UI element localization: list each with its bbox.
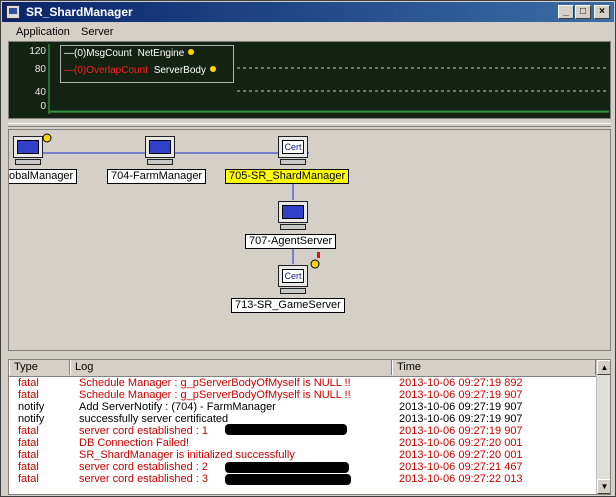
log-cell-time: 2013-10-06 09:27:19 892 <box>399 377 523 389</box>
minimize-button[interactable]: _ <box>558 5 574 19</box>
log-cell-time: 2013-10-06 09:27:19 907 <box>399 401 523 413</box>
log-cell-message: DB Connection Failed! <box>79 437 190 449</box>
log-cell-type: fatal <box>18 437 39 449</box>
hand-icon <box>310 252 320 269</box>
menu-server[interactable]: Server <box>81 26 113 38</box>
y-tick-label: 0 <box>40 101 46 112</box>
legend-series-name: (0)MsgCount <box>74 48 132 59</box>
log-cell-time: 2013-10-06 09:27:19 907 <box>399 413 523 425</box>
legend-series-source: ServerBody <box>153 65 206 76</box>
node-label[interactable]: 704-FarmManager <box>107 169 207 184</box>
log-cell-type: fatal <box>18 377 39 389</box>
log-scrollbar[interactable]: ▲ ▼ <box>596 360 610 494</box>
y-tick-label: 80 <box>35 64 47 75</box>
maximize-button[interactable]: □ <box>575 5 591 19</box>
y-tick-label: 120 <box>29 46 46 57</box>
close-button[interactable]: × <box>594 5 610 19</box>
panel-splitter[interactable] <box>8 123 611 127</box>
node-label[interactable]: 713-SR_GameServer <box>231 298 345 313</box>
log-cell-type: fatal <box>18 461 39 473</box>
app-window: SR_ShardManager _ □ × Application Server… <box>0 0 616 497</box>
computer-icon[interactable] <box>145 136 177 168</box>
y-tick-label: 40 <box>35 87 47 98</box>
legend-item-overlapcount: —(0)OverlapCount ServerBody <box>64 65 216 76</box>
computer-icon[interactable] <box>278 201 310 233</box>
log-cell-message: server cord established : 3 <box>79 473 209 485</box>
log-cell-time: 2013-10-06 09:27:19 907 <box>399 425 523 437</box>
legend-marker-icon <box>188 49 195 55</box>
column-header-type[interactable]: Type <box>9 360 70 375</box>
log-cell-message: SR_ShardManager is initialized successfu… <box>79 449 295 461</box>
scroll-down-button[interactable]: ▼ <box>597 479 610 494</box>
log-row[interactable]: fatal Schedule Manager : g_pServerBodyOfM… <box>9 389 596 401</box>
chart-legend: —(0)MsgCount NetEngine —(0)OverlapCount … <box>60 45 234 83</box>
log-row[interactable]: fatal SR_ShardManager is initialized succ… <box>9 449 596 461</box>
log-cell-message: successfully server certificated <box>79 413 229 425</box>
legend-item-msgcount: —(0)MsgCount NetEngine <box>64 48 195 59</box>
window-title: SR_ShardManager <box>26 5 133 19</box>
cert-computer-icon[interactable]: Cert <box>278 265 310 297</box>
log-cell-type: fatal <box>18 425 39 437</box>
server-topology-diagram: obalManager 704-FarmManager Cert 705-SR_… <box>8 129 611 351</box>
log-cell-message: Schedule Manager : g_pServerBodyOfMyself… <box>79 389 351 401</box>
menu-bar: Application Server <box>2 23 614 41</box>
log-cell-message: Schedule Manager : g_pServerBodyOfMyself… <box>79 377 351 389</box>
menu-application[interactable]: Application <box>16 26 70 38</box>
redaction-mark <box>225 474 351 485</box>
log-cell-type: fatal <box>18 449 39 461</box>
cert-computer-icon[interactable]: Cert <box>278 136 310 168</box>
log-cell-type: fatal <box>18 473 39 485</box>
legend-marker-icon <box>209 66 216 72</box>
log-row[interactable]: fatal Schedule Manager : g_pServerBodyOfM… <box>9 377 596 389</box>
redaction-mark <box>225 462 349 473</box>
log-cell-message: Add ServerNotify : (704) - FarmManager <box>79 401 276 413</box>
cert-screen-text: Cert <box>282 269 304 283</box>
log-cell-time: 2013-10-06 09:27:20 001 <box>399 449 523 461</box>
column-header-time[interactable]: Time <box>392 360 596 375</box>
log-cell-time: 2013-10-06 09:27:19 907 <box>399 389 523 401</box>
node-label[interactable]: 705-SR_ShardManager <box>225 169 350 184</box>
log-cell-time: 2013-10-06 09:27:20 001 <box>399 437 523 449</box>
log-cell-message: server cord established : 2 <box>79 461 209 473</box>
hand-icon <box>42 133 52 143</box>
performance-chart: 120 80 40 0 —(0)MsgCount NetEngine —(0)Over… <box>8 41 611 119</box>
redaction-mark <box>225 424 347 435</box>
node-label[interactable]: 707-AgentServer <box>245 234 337 249</box>
log-cell-type: fatal <box>18 389 39 401</box>
log-row[interactable]: notify Add ServerNotify : (704) - FarmMan… <box>9 401 596 413</box>
scroll-up-button[interactable]: ▲ <box>597 360 610 375</box>
legend-series-source: NetEngine <box>137 48 185 59</box>
log-header: Type Log Time <box>9 360 596 377</box>
log-cell-time: 2013-10-06 09:27:22 013 <box>399 473 523 485</box>
log-cell-type: notify <box>18 413 45 425</box>
legend-series-name: (0)OverlapCount <box>74 65 148 76</box>
title-bar[interactable]: SR_ShardManager _ □ × <box>2 2 614 22</box>
node-label[interactable]: obalManager <box>9 169 78 184</box>
log-list: Type Log Time fatal Schedule Manager : g_… <box>8 359 611 495</box>
log-row[interactable]: fatal DB Connection Failed! 2013-10-06 09:… <box>9 437 596 449</box>
app-icon[interactable] <box>6 5 20 19</box>
cert-screen-text: Cert <box>282 140 304 154</box>
log-cell-time: 2013-10-06 09:27:21 467 <box>399 461 523 473</box>
log-cell-message: server cord established : 1 <box>79 425 209 437</box>
column-header-log[interactable]: Log <box>70 360 392 375</box>
log-cell-type: notify <box>18 401 45 413</box>
